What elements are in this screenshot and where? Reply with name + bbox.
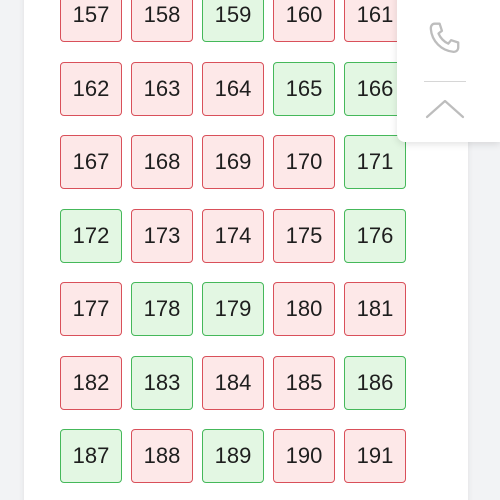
seat-tile-174[interactable]: 174: [202, 208, 264, 263]
seat-tile-180[interactable]: 180: [273, 282, 335, 336]
seat-tile-160[interactable]: 160: [273, 0, 335, 42]
seat-tile-163[interactable]: 163: [131, 61, 193, 116]
floating-contact-panel: [397, 0, 500, 142]
seat-tile-191[interactable]: 191: [344, 429, 406, 483]
seat-tile-177[interactable]: 177: [60, 282, 122, 336]
seat-tile-179[interactable]: 179: [202, 282, 264, 336]
seat-tile-182[interactable]: 182: [60, 355, 122, 410]
call-button[interactable]: [419, 17, 471, 67]
seat-tile-178[interactable]: 178: [131, 282, 193, 336]
seat-tile-184[interactable]: 184: [202, 355, 264, 410]
seat-tile-183[interactable]: 183: [131, 355, 193, 410]
seat-tile-164[interactable]: 164: [202, 61, 264, 116]
chevron-up-icon: [422, 90, 468, 131]
seat-tile-170[interactable]: 170: [273, 135, 335, 189]
panel-divider: [424, 81, 466, 82]
seat-tile-186[interactable]: 186: [344, 355, 406, 410]
scroll-to-top-button[interactable]: [419, 85, 471, 135]
seat-tile-172[interactable]: 172: [60, 208, 122, 263]
seat-tile-165[interactable]: 165: [273, 61, 335, 116]
seat-tile-158[interactable]: 158: [131, 0, 193, 42]
seat-tile-169[interactable]: 169: [202, 135, 264, 189]
seat-tile-187[interactable]: 187: [60, 429, 122, 483]
number-grid: 157 158 159 160 161 162 163 164 165 166 167 168 169 1…: [60, 0, 406, 483]
seat-tile-159[interactable]: 159: [202, 0, 264, 42]
seat-tile-176[interactable]: 176: [344, 208, 406, 263]
seat-tile-185[interactable]: 185: [273, 355, 335, 410]
seat-tile-171[interactable]: 171: [344, 135, 406, 189]
seat-tile-190[interactable]: 190: [273, 429, 335, 483]
seat-tile-188[interactable]: 188: [131, 429, 193, 483]
seat-tile-175[interactable]: 175: [273, 208, 335, 263]
seat-tile-167[interactable]: 167: [60, 135, 122, 189]
page: 157 158 159 160 161 162 163 164 165 166 167 168 169 1…: [0, 0, 500, 500]
seat-tile-181[interactable]: 181: [344, 282, 406, 336]
phone-icon: [422, 17, 468, 68]
seat-tile-173[interactable]: 173: [131, 208, 193, 263]
seat-tile-168[interactable]: 168: [131, 135, 193, 189]
seat-tile-162[interactable]: 162: [60, 61, 122, 116]
seat-tile-157[interactable]: 157: [60, 0, 122, 42]
seat-tile-189[interactable]: 189: [202, 429, 264, 483]
